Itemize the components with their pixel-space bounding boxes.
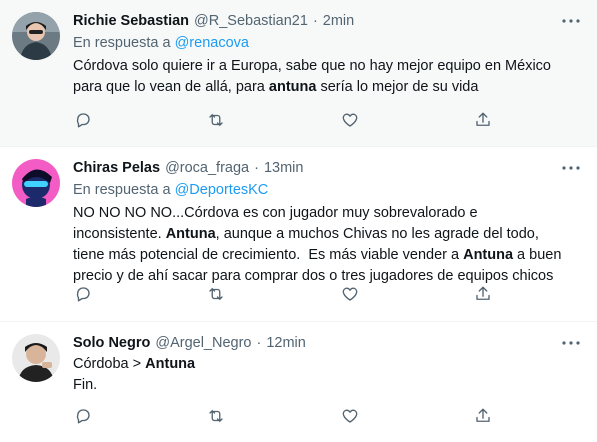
separator: ·	[256, 335, 262, 351]
retweet-icon[interactable]	[206, 110, 226, 130]
timestamp[interactable]: 12min	[266, 334, 306, 353]
more-icon[interactable]	[559, 334, 583, 352]
reply-mention-link[interactable]: @renacova	[175, 35, 249, 51]
separator: ·	[312, 13, 318, 29]
tweet-header: Solo Negro @Argel_Negro · 12min	[73, 334, 583, 353]
tweet-text-line: sería lo mejor de su vida	[316, 79, 479, 95]
tweet-text-bold: Antuna	[145, 356, 196, 372]
reply-context: En respuesta a @renacova	[73, 33, 583, 53]
retweet-icon[interactable]	[206, 406, 226, 426]
reply-mention-link[interactable]: @DeportesKC	[175, 182, 269, 198]
tweet-text-bold: Antuna	[165, 226, 216, 242]
timestamp[interactable]: 13min	[264, 159, 304, 178]
tweet-text: Córdova solo quiere ir a Europa, sabe qu…	[73, 56, 583, 98]
tweet-text: NO NO NO NO...Córdova es con jugador muy…	[73, 203, 583, 287]
tweet-text-bold: Antuna	[463, 247, 514, 263]
reply-icon[interactable]	[73, 406, 93, 426]
tweet-actions	[73, 284, 493, 304]
tweet-actions	[73, 406, 493, 426]
share-icon[interactable]	[473, 110, 493, 130]
tweet-text-bold: antuna	[268, 79, 317, 95]
reply-context: En respuesta a @DeportesKC	[73, 180, 583, 200]
more-icon[interactable]	[559, 12, 583, 30]
reply-icon[interactable]	[73, 284, 93, 304]
user-handle[interactable]: @roca_fraga	[165, 159, 249, 178]
tweet[interactable]: Solo Negro @Argel_Negro · 12min Córdoba …	[0, 322, 597, 442]
tweet-text-line: Córdoba >	[73, 356, 146, 372]
avatar[interactable]	[12, 159, 60, 207]
avatar[interactable]	[12, 334, 60, 382]
reply-prefix: En respuesta a	[73, 182, 171, 198]
user-handle[interactable]: @R_Sebastian21	[194, 12, 308, 31]
like-icon[interactable]	[340, 284, 360, 304]
display-name[interactable]: Chiras Pelas	[73, 159, 160, 178]
tweet[interactable]: Richie Sebastian @R_Sebastian21 · 2min E…	[0, 0, 597, 147]
tweet-text: Córdoba > Antuna Fin.	[73, 354, 583, 396]
tweet[interactable]: Chiras Pelas @roca_fraga · 13min En resp…	[0, 147, 597, 322]
like-icon[interactable]	[340, 406, 360, 426]
like-icon[interactable]	[340, 110, 360, 130]
tweet-text-line: a buen	[513, 247, 562, 263]
tweet-header: Chiras Pelas @roca_fraga · 13min	[73, 159, 583, 178]
tweet-text-line: NO NO NO NO...Córdova es con jugador muy…	[73, 205, 478, 221]
tweet-text-line: Fin.	[73, 377, 98, 393]
display-name[interactable]: Richie Sebastian	[73, 12, 189, 31]
share-icon[interactable]	[473, 284, 493, 304]
more-icon[interactable]	[559, 159, 583, 177]
tweet-text-line: Córdova solo quiere ir a Europa, sabe qu…	[73, 58, 551, 74]
retweet-icon[interactable]	[206, 284, 226, 304]
tweet-text-line: para que lo vean de allá, para	[73, 79, 269, 95]
display-name[interactable]: Solo Negro	[73, 334, 150, 353]
tweet-text-line: inconsistente.	[73, 226, 166, 242]
timestamp[interactable]: 2min	[323, 12, 354, 31]
user-handle[interactable]: @Argel_Negro	[155, 334, 251, 353]
tweet-text-line: precio y de ahí sacar para comprar dos o…	[73, 268, 554, 284]
separator: ·	[254, 160, 259, 176]
reply-prefix: En respuesta a	[73, 35, 171, 51]
tweet-text-line: , aunque a muchos Chivas no les agrade d…	[215, 226, 539, 242]
avatar[interactable]	[12, 12, 60, 60]
share-icon[interactable]	[473, 406, 493, 426]
tweet-header: Richie Sebastian @R_Sebastian21 · 2min	[73, 12, 583, 31]
tweet-actions	[73, 110, 493, 130]
reply-icon[interactable]	[73, 110, 93, 130]
tweet-text-line: tiene más potencial de crecimiento. Es m…	[73, 247, 464, 263]
